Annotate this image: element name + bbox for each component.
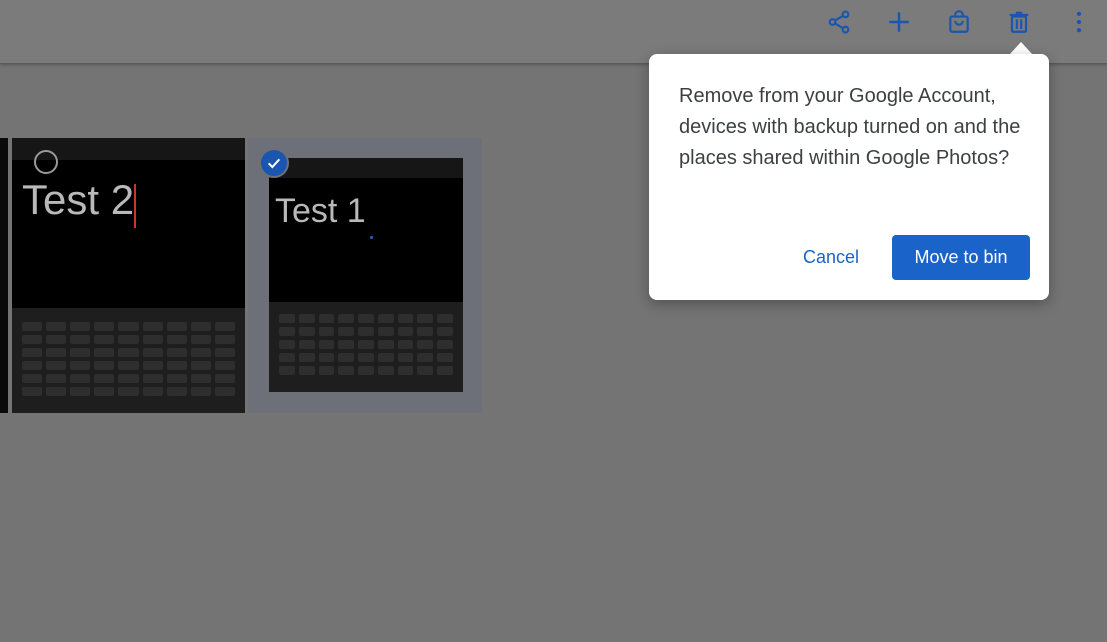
screenshot-toolbar <box>269 158 463 178</box>
photo-thumbnail[interactable]: Test 2 <box>12 138 245 413</box>
photo-thumbnail-selected[interactable]: Test 1 <box>248 138 482 413</box>
move-to-bin-button[interactable]: Move to bin <box>892 235 1030 280</box>
delete-icon <box>1009 11 1029 33</box>
photo-caption-text: Test 2 <box>22 176 135 223</box>
add-icon <box>889 12 909 32</box>
select-circle-icon[interactable] <box>34 150 58 174</box>
photo-thumbnail-partial[interactable] <box>0 138 8 413</box>
add-button[interactable] <box>879 2 919 42</box>
cancel-button[interactable]: Cancel <box>786 235 876 279</box>
screenshot-keyboard <box>12 308 245 413</box>
text-cursor <box>134 184 136 228</box>
more-options-button[interactable] <box>1059 2 1099 42</box>
cursor-dot <box>370 236 373 239</box>
order-photo-button[interactable] <box>939 2 979 42</box>
photo-image: Test 1 <box>269 158 463 392</box>
share-button[interactable] <box>819 2 859 42</box>
selected-check-icon[interactable] <box>261 150 287 176</box>
more-vert-icon <box>1076 11 1082 33</box>
photo-caption-text: Test 1 <box>275 192 366 230</box>
dialog-message: Remove from your Google Account, devices… <box>679 85 1021 169</box>
shopping-bag-icon <box>949 10 969 33</box>
check-icon <box>267 158 281 169</box>
delete-button[interactable] <box>999 2 1039 42</box>
confirm-delete-dialog: Remove from your Google Account, devices… <box>649 54 1049 300</box>
share-icon <box>828 10 850 34</box>
screenshot-keyboard <box>269 302 463 392</box>
